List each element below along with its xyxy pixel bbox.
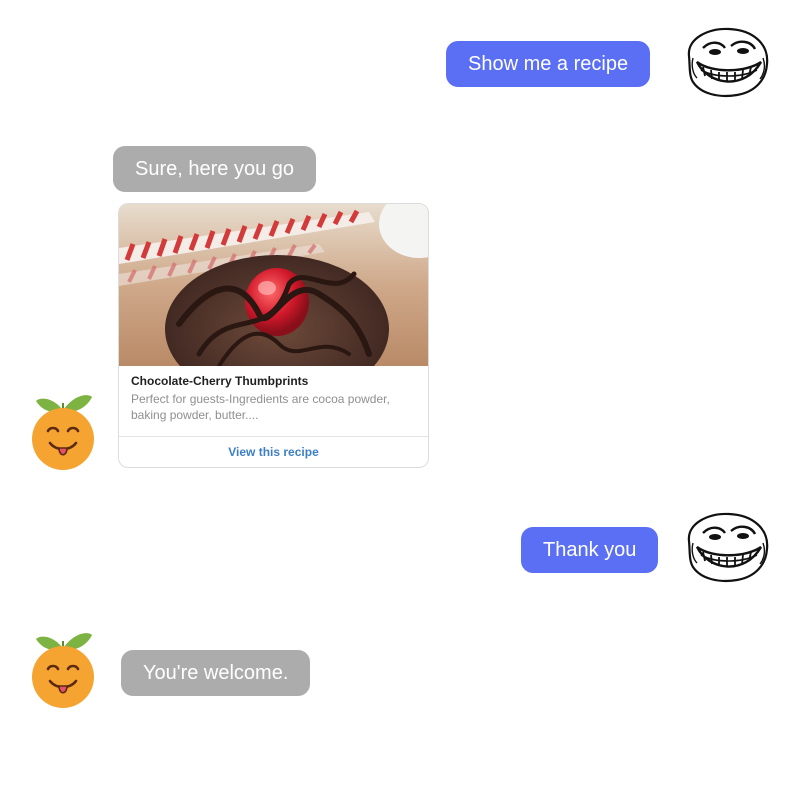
recipe-title: Chocolate-Cherry Thumbprints bbox=[131, 374, 309, 388]
troll-face-icon bbox=[687, 512, 769, 583]
recipe-card: Chocolate-Cherry Thumbprints Perfect for… bbox=[118, 203, 429, 468]
user-message-bubble: Thank you bbox=[521, 527, 659, 573]
troll-face-icon bbox=[687, 27, 769, 98]
recipe-image[interactable] bbox=[119, 204, 429, 366]
tangerine-face-icon bbox=[32, 395, 94, 470]
recipe-description: Perfect for guests-Ingredients are cocoa… bbox=[131, 392, 390, 422]
view-recipe-button[interactable]: View this recipe bbox=[119, 437, 428, 467]
bot-message-bubble: You're welcome. bbox=[121, 650, 311, 696]
user-message-bubble: Show me a recipe bbox=[446, 41, 651, 87]
bot-message-bubble: Sure, here you go bbox=[113, 146, 316, 192]
tangerine-face-icon bbox=[32, 633, 94, 708]
